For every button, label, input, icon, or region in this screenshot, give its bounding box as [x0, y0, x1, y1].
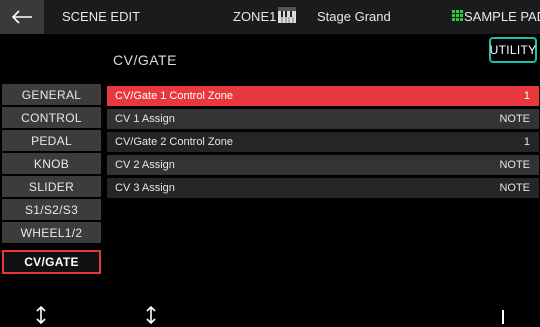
param-row[interactable]: CV 1 Assign NOTE	[107, 109, 539, 129]
tab-knob[interactable]: KNOB	[2, 153, 101, 174]
param-value: 1	[523, 90, 530, 102]
param-name: CV 3 Assign	[115, 182, 175, 194]
param-name: CV/Gate 2 Control Zone	[115, 136, 234, 148]
grid-icon	[452, 10, 463, 21]
param-row[interactable]: CV/Gate 2 Control Zone 1	[107, 132, 539, 152]
left-arrow-icon	[11, 10, 32, 24]
tab-pedal[interactable]: PEDAL	[2, 130, 101, 151]
tab-s1-s2-s3[interactable]: S1/S2/S3	[2, 199, 101, 220]
param-value: NOTE	[499, 182, 530, 194]
tab-control[interactable]: CONTROL	[2, 107, 101, 128]
param-name: CV 2 Assign	[115, 159, 175, 171]
screen-title: SCENE EDIT	[62, 9, 141, 24]
zone-label: ZONE1	[233, 9, 277, 24]
tab-wheel1-2[interactable]: WHEEL1/2	[2, 222, 101, 243]
page-title: CV/GATE	[113, 52, 177, 68]
back-button[interactable]	[0, 0, 44, 34]
utility-button[interactable]: UTILITY	[489, 37, 537, 63]
tab-slider[interactable]: SLIDER	[2, 176, 101, 197]
param-row[interactable]: CV 2 Assign NOTE	[107, 155, 539, 175]
param-row[interactable]: CV 3 Assign NOTE	[107, 178, 539, 198]
value-cursor-indicator	[502, 310, 504, 324]
param-value: 1	[523, 136, 530, 148]
param-name: CV/Gate 1 Control Zone	[115, 90, 234, 102]
param-value: NOTE	[499, 159, 530, 171]
param-value: NOTE	[499, 113, 530, 125]
sample-pad-label[interactable]: SAMPLE PAD	[464, 9, 540, 24]
top-bar: SCENE EDIT ZONE1 Stage Grand SAMPLE PAD	[0, 0, 540, 34]
tone-name: Stage Grand	[317, 9, 391, 24]
up-down-arrow-icon[interactable]	[34, 306, 48, 324]
piano-keyboard-icon	[277, 6, 297, 24]
up-down-arrow-icon[interactable]	[144, 306, 158, 324]
param-row[interactable]: CV/Gate 1 Control Zone 1	[107, 86, 539, 106]
tab-cv-gate[interactable]: CV/GATE	[2, 250, 101, 274]
param-name: CV 1 Assign	[115, 113, 175, 125]
tab-general[interactable]: GENERAL	[2, 84, 101, 105]
